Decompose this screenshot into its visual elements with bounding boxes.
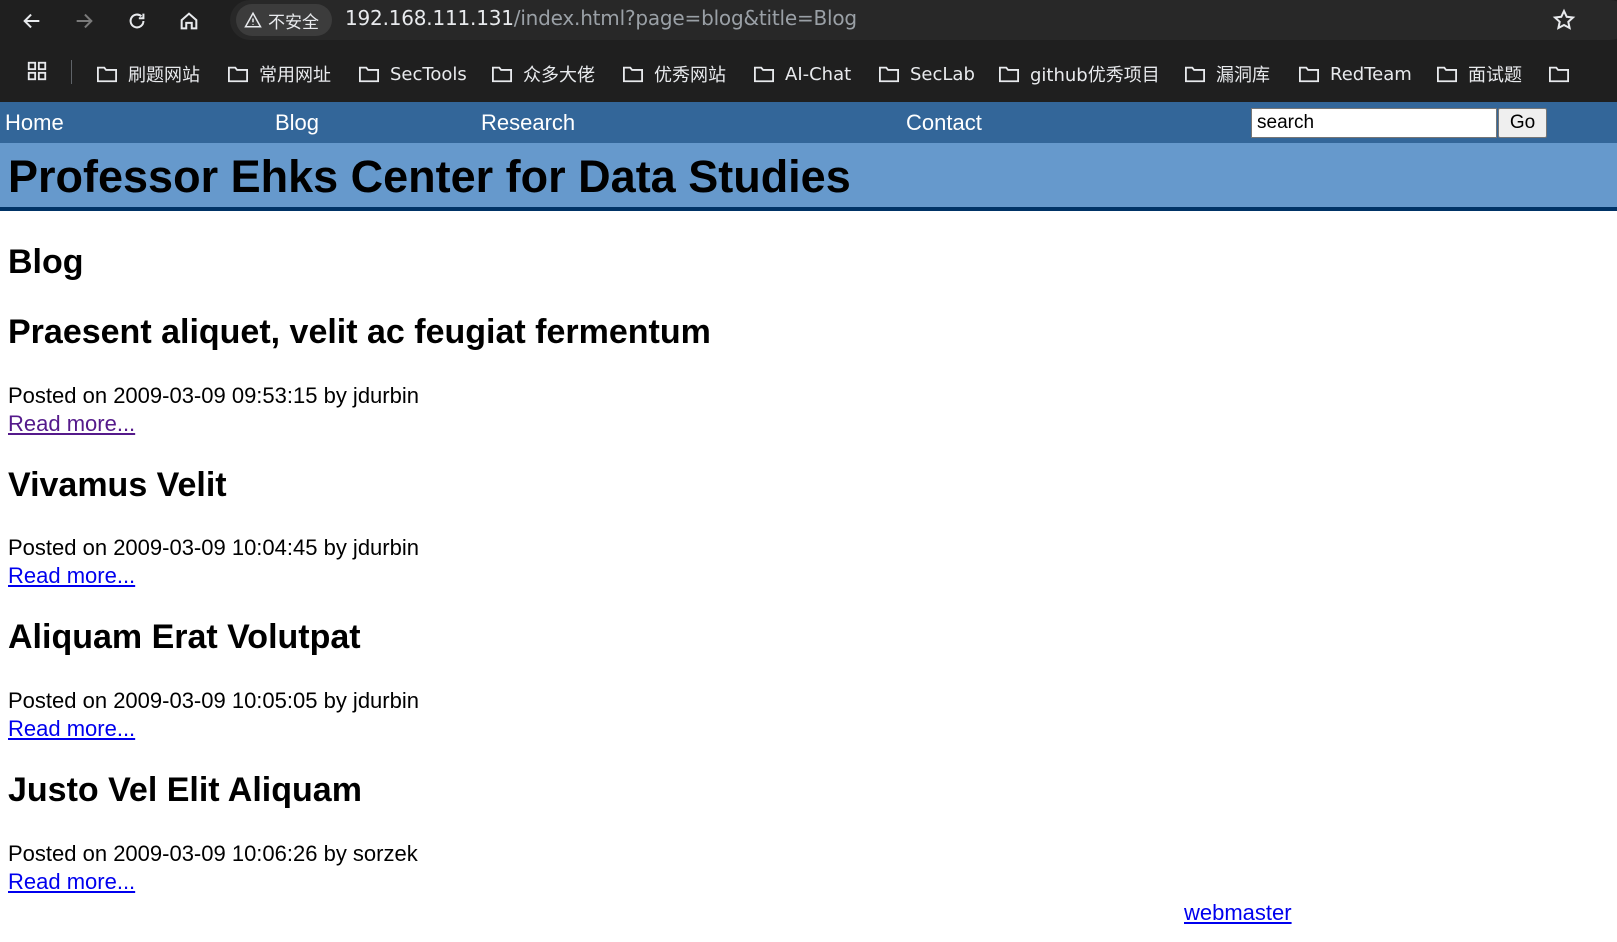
post-title: Aliquam Erat Volutpat (8, 618, 361, 656)
bookmark-label: 众多大佬 (523, 65, 595, 86)
site-banner: Professor Ehks Center for Data Studies (0, 143, 1617, 211)
security-label: 不安全 (268, 12, 319, 33)
apps-grid-icon[interactable] (26, 60, 48, 82)
read-more-link[interactable]: Read more... (8, 411, 135, 437)
bookmark-label: 刷题网站 (128, 65, 200, 86)
post-title: Praesent aliquet, velit ac feugiat ferme… (8, 313, 711, 351)
forward-icon[interactable] (67, 4, 101, 38)
bookmark-label: 优秀网站 (654, 65, 726, 86)
post-title: Justo Vel Elit Aliquam (8, 771, 362, 809)
folder-icon (1299, 66, 1319, 83)
folder-icon (97, 66, 117, 83)
bookmark-label: github优秀项目 (1030, 65, 1160, 86)
bookmarks-separator (71, 60, 72, 84)
bookmark-folder-10[interactable]: RedTeam (1298, 61, 1412, 87)
folder-icon (623, 66, 643, 83)
bookmark-folder-7[interactable]: SecLab (878, 61, 975, 87)
nav-blog-link[interactable]: Blog (275, 110, 319, 136)
bookmark-folder-9[interactable]: 漏洞库 (1184, 61, 1270, 87)
bookmark-label: 常用网址 (259, 65, 331, 86)
url-host: 192.168.111.131 (345, 6, 514, 30)
post-meta: Posted on 2009-03-09 09:53:15 by jdurbin (8, 383, 419, 408)
url-text[interactable]: 192.168.111.131/index.html?page=blog&tit… (345, 6, 857, 30)
bookmark-label: SecTools (390, 63, 467, 85)
folder-icon (879, 66, 899, 83)
bookmark-folder-5[interactable]: 优秀网站 (622, 61, 726, 87)
bookmark-label: RedTeam (1330, 63, 1412, 85)
read-more-link[interactable]: Read more... (8, 716, 135, 742)
folder-icon (754, 66, 774, 83)
bookmark-folder-3[interactable]: SecTools (358, 61, 467, 87)
webmaster-link[interactable]: webmaster (1184, 900, 1292, 926)
site-title: Professor Ehks Center for Data Studies (8, 151, 851, 202)
url-path: /index.html?page=blog&title=Blog (513, 6, 857, 30)
bookmark-folder-2[interactable]: 常用网址 (227, 61, 331, 87)
back-icon[interactable] (15, 4, 49, 38)
bookmark-folder-8[interactable]: github优秀项目 (998, 61, 1160, 87)
read-more-link[interactable]: Read more... (8, 869, 135, 895)
search-input[interactable] (1251, 108, 1497, 138)
bookmark-folder-overflow[interactable] (1548, 61, 1580, 87)
post-meta: Posted on 2009-03-09 10:05:05 by jdurbin (8, 688, 419, 713)
folder-icon (492, 66, 512, 83)
nav-research-link[interactable]: Research (481, 110, 575, 136)
folder-icon (228, 66, 248, 83)
nav-home-link[interactable]: Home (5, 110, 64, 136)
bookmark-star-icon[interactable] (1552, 8, 1576, 32)
post-title: Vivamus Velit (8, 466, 227, 504)
go-button[interactable]: Go (1498, 108, 1547, 138)
bookmark-label: 漏洞库 (1216, 65, 1270, 86)
read-more-link[interactable]: Read more... (8, 563, 135, 589)
bookmark-folder-1[interactable]: 刷题网站 (96, 61, 200, 87)
folder-icon (1437, 66, 1457, 83)
post-meta: Posted on 2009-03-09 10:06:26 by sorzek (8, 841, 418, 866)
folder-icon (1549, 66, 1569, 83)
reload-icon[interactable] (120, 4, 154, 38)
nav-contact-link[interactable]: Contact (906, 110, 982, 136)
bookmark-folder-6[interactable]: AI-Chat (753, 61, 851, 87)
bookmark-label: AI-Chat (785, 63, 852, 85)
home-icon[interactable] (172, 4, 206, 38)
bookmark-label: SecLab (910, 63, 975, 85)
folder-icon (1185, 66, 1205, 83)
bookmark-folder-11[interactable]: 面试题 (1436, 61, 1522, 87)
folder-icon (999, 66, 1019, 83)
bookmark-label: 面试题 (1468, 65, 1522, 86)
warning-icon (244, 11, 262, 28)
security-chip[interactable]: 不安全 (236, 4, 332, 36)
post-meta: Posted on 2009-03-09 10:04:45 by jdurbin (8, 535, 419, 560)
folder-icon (359, 66, 379, 83)
page-title: Blog (8, 243, 84, 281)
bookmark-folder-4[interactable]: 众多大佬 (491, 61, 595, 87)
